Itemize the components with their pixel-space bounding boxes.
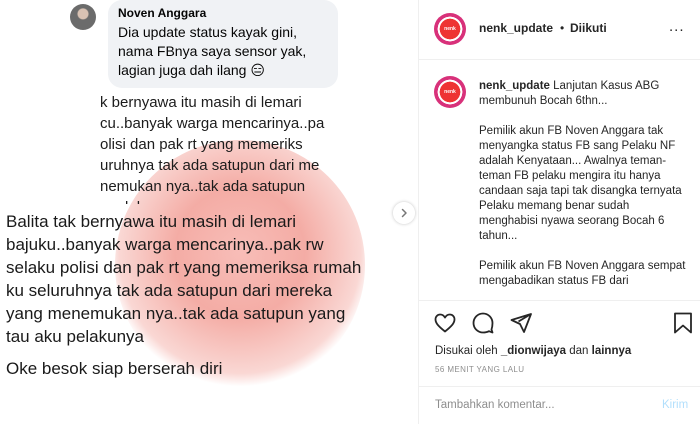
- comment-author: Noven Anggara: [118, 6, 207, 20]
- caption-paragraph-1: Pemilik akun FB Noven Anggara tak menyan…: [479, 125, 682, 242]
- status-screenshot: k bernyawa itu masih di lemari cu..banya…: [100, 92, 325, 204]
- author-username[interactable]: nenk_update: [479, 21, 553, 35]
- add-comment-bar: Kirim: [419, 386, 700, 424]
- caption-avatar[interactable]: nenk: [434, 76, 466, 108]
- share-icon[interactable]: [509, 311, 533, 335]
- heart-icon[interactable]: [433, 311, 457, 335]
- chevron-right-icon: [401, 208, 407, 218]
- status-main-text: Balita tak bernyawa itu masih di lemari …: [6, 212, 362, 346]
- caption-body: nenk_update Lanjutan Kasus ABG membunuh …: [479, 79, 691, 289]
- liked-prefix: Disukai oleh: [435, 345, 498, 357]
- comment-icon[interactable]: [471, 311, 495, 335]
- comment-text: Dia update status kayak gini, nama FBnya…: [118, 24, 307, 78]
- liked-and: dan: [569, 345, 589, 357]
- status-footer-text: Oke besok siap berserah diri: [6, 359, 223, 378]
- screenshot-text: k bernyawa itu masih di lemari cu..banya…: [100, 94, 325, 204]
- post-actions: Disukai oleh _dionwijaya dan lainnya 56 …: [419, 300, 700, 395]
- carousel-next-button[interactable]: [393, 202, 415, 224]
- post-header: nenk nenk_update • Diikuti ...: [419, 0, 700, 60]
- liked-others-link[interactable]: lainnya: [592, 345, 632, 357]
- post-side-panel: nenk nenk_update • Diikuti ... nenk nenk…: [418, 0, 700, 424]
- comment-avatar: [70, 4, 96, 30]
- ellipsis-icon[interactable]: ...: [669, 18, 685, 35]
- facebook-comment: Noven Anggara Dia update status kayak gi…: [70, 0, 338, 90]
- comment-bubble: Noven Anggara Dia update status kayak gi…: [108, 0, 338, 88]
- bookmark-icon[interactable]: [671, 311, 695, 335]
- separator-dot: •: [560, 21, 565, 35]
- caption-username[interactable]: nenk_update: [479, 80, 550, 92]
- post-comment-button[interactable]: Kirim: [662, 399, 688, 411]
- caption-area: nenk nenk_update Lanjutan Kasus ABG memb…: [419, 60, 700, 300]
- post-image: Noven Anggara Dia update status kayak gi…: [0, 0, 418, 424]
- liked-user-link[interactable]: _dionwijaya: [501, 345, 566, 357]
- author-avatar[interactable]: nenk: [434, 13, 466, 45]
- liked-by-text: Disukai oleh _dionwijaya dan lainnya: [435, 345, 631, 357]
- follow-status-button[interactable]: Diikuti: [570, 21, 607, 35]
- caption-intro: nenk_update Lanjutan Kasus ABG membunuh …: [479, 79, 691, 109]
- post-timestamp[interactable]: 56 MENIT YANG LALU: [435, 365, 524, 374]
- comment-input[interactable]: [435, 399, 635, 411]
- caption-paragraph-2: Pemilik akun FB Noven Anggara sempat men…: [479, 260, 686, 287]
